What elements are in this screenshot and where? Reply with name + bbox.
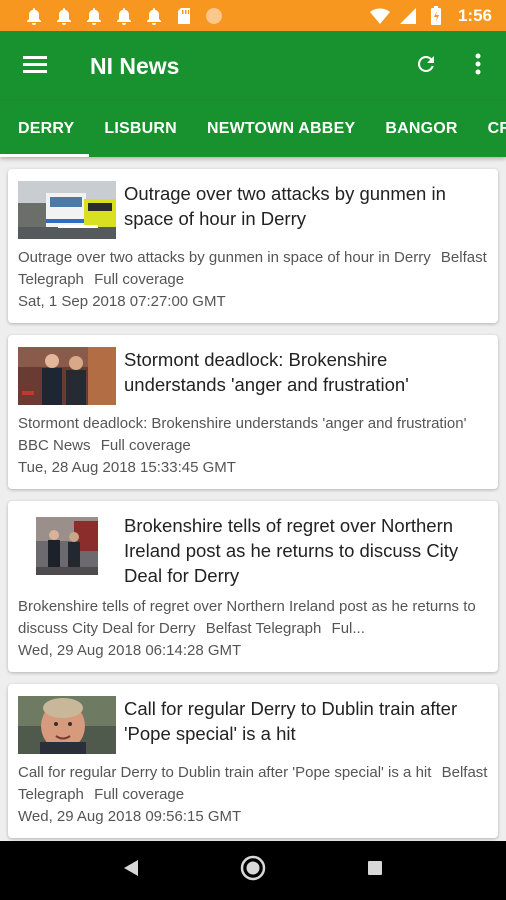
article-description: Outrage over two attacks by gunmen in sp… (18, 247, 488, 291)
tab-bar: DERRYLISBURNNEWTOWN ABBEYBANGORCRA (0, 101, 506, 157)
article-summary: Outrage over two attacks by gunmen in sp… (18, 249, 431, 266)
menu-button[interactable] (0, 31, 70, 101)
article-description: Stormont deadlock: Brokenshire understan… (18, 413, 488, 457)
article-title: Call for regular Derry to Dublin train a… (124, 698, 458, 744)
sd-card-icon (174, 6, 194, 26)
notification-bell-icon (114, 6, 134, 26)
home-button[interactable] (228, 846, 278, 896)
article-date: Wed, 29 Aug 2018 06:14:28 GMT (18, 642, 242, 659)
more-vert-icon (474, 52, 482, 81)
tab-lisburn[interactable]: LISBURN (89, 101, 192, 157)
full-coverage-link[interactable]: Ful... (332, 620, 365, 637)
recents-button[interactable] (350, 846, 400, 896)
article-title: Brokenshire tells of regret over Norther… (124, 515, 459, 586)
article-title: Stormont deadlock: Brokenshire understan… (124, 349, 409, 395)
app-bar: NI News (0, 31, 506, 101)
article-thumbnail (18, 517, 116, 575)
tab-bangor[interactable]: BANGOR (370, 101, 472, 157)
status-bar: 1:56 (0, 0, 506, 31)
article-source: Belfast Telegraph (205, 620, 322, 637)
refresh-icon (414, 52, 438, 81)
article-thumbnail (18, 181, 116, 239)
tab-derry[interactable]: DERRY (0, 101, 90, 157)
article-date: Wed, 29 Aug 2018 09:56:15 GMT (18, 808, 242, 825)
wifi-icon (369, 6, 390, 26)
signal-icon (398, 6, 418, 26)
article-description: Brokenshire tells of regret over Norther… (18, 596, 488, 640)
full-coverage-link[interactable]: Full coverage (94, 271, 184, 288)
battery-icon (426, 5, 446, 26)
status-time: 1:56 (457, 5, 492, 25)
news-card[interactable]: Outrage over two attacks by gunmen in sp… (8, 169, 498, 323)
article-title: Outrage over two attacks by gunmen in sp… (124, 183, 446, 229)
news-card[interactable]: Stormont deadlock: Brokenshire understan… (8, 335, 498, 489)
notification-bell-icon (54, 6, 74, 26)
back-button[interactable] (106, 846, 156, 896)
notification-bell-icon (144, 6, 164, 26)
refresh-button[interactable] (400, 31, 452, 101)
app-title: NI News (90, 52, 180, 79)
article-thumbnail (18, 347, 116, 405)
article-date: Tue, 28 Aug 2018 15:33:45 GMT (18, 459, 236, 476)
article-summary: Stormont deadlock: Brokenshire understan… (18, 415, 467, 432)
system-nav-bar (0, 841, 506, 900)
full-coverage-link[interactable]: Full coverage (101, 437, 191, 454)
article-thumbnail (18, 696, 116, 754)
notification-bell-icon (24, 6, 44, 26)
news-card[interactable]: Call for regular Derry to Dublin train a… (8, 684, 498, 838)
hamburger-icon (23, 55, 47, 78)
news-card[interactable]: Brokenshire tells of regret over Norther… (8, 501, 498, 672)
circle-icon (204, 6, 224, 26)
notification-bell-icon (84, 6, 104, 26)
full-coverage-link[interactable]: Full coverage (94, 786, 184, 803)
news-feed[interactable]: Outrage over two attacks by gunmen in sp… (0, 157, 506, 841)
article-summary: Call for regular Derry to Dublin train a… (18, 764, 432, 781)
back-triangle-icon (122, 858, 140, 883)
article-source: BBC News (18, 437, 91, 454)
article-description: Call for regular Derry to Dublin train a… (18, 762, 488, 806)
article-date: Sat, 1 Sep 2018 07:27:00 GMT (18, 293, 226, 310)
tab-cra[interactable]: CRA (473, 101, 506, 157)
tab-newtown-abbey[interactable]: NEWTOWN ABBEY (192, 101, 370, 157)
recents-square-icon (366, 859, 384, 882)
home-circle-icon (240, 855, 266, 886)
overflow-menu-button[interactable] (452, 31, 504, 101)
